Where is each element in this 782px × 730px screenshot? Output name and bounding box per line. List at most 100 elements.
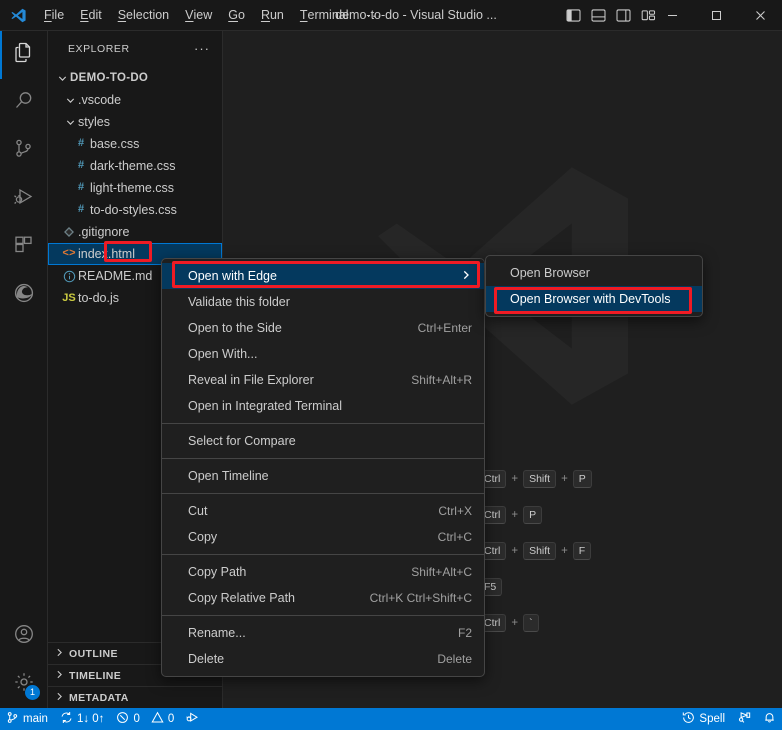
activitybar-item-explorer[interactable] xyxy=(0,31,47,79)
activitybar-item-search[interactable] xyxy=(0,79,47,127)
status-problems[interactable]: 0 0 xyxy=(110,708,180,730)
css-file-icon: # xyxy=(77,160,85,172)
submenu-item-label: Open Browser xyxy=(510,266,590,280)
context-menu-item-validate-this-folder[interactable]: Validate this folder xyxy=(162,289,484,315)
context-menu-item-reveal-in-file-explorer[interactable]: Reveal in File Explorer Shift+Alt+R xyxy=(162,367,484,393)
minimize-button[interactable] xyxy=(650,0,694,31)
context-menu-item-open-with-edge[interactable]: Open with Edge xyxy=(162,263,484,289)
tree-item-to-do-styles-css[interactable]: # to-do-styles.css xyxy=(48,199,222,221)
explorer-title: EXPLORER xyxy=(68,42,130,55)
tree-item-gitignore[interactable]: .gitignore xyxy=(48,221,222,243)
context-menu-item-label: Reveal in File Explorer xyxy=(188,373,314,387)
panel-label: TIMELINE xyxy=(69,669,122,682)
tree-item-label: README.md xyxy=(78,269,153,283)
tree-item-label: index.html xyxy=(78,247,135,261)
context-menu-item-open-with[interactable]: Open With... xyxy=(162,341,484,367)
toggle-secondary-sidebar-icon[interactable] xyxy=(614,6,633,25)
context-menu-item-cut[interactable]: Cut Ctrl+X xyxy=(162,498,484,524)
tree-item-vscode[interactable]: .vscode xyxy=(48,89,222,111)
panel-label: METADATA xyxy=(69,691,129,704)
maximize-button[interactable] xyxy=(694,0,738,31)
status-broadcast[interactable] xyxy=(731,708,757,730)
css-file-icon: # xyxy=(77,204,85,216)
context-menu-item-label: Open Timeline xyxy=(188,469,269,483)
context-menu-separator xyxy=(162,493,484,494)
context-menu-item-shortcut: Ctrl+K Ctrl+Shift+C xyxy=(369,591,472,605)
activitybar-item-edge-devtools[interactable] xyxy=(0,271,47,319)
status-bar: main 1↓ 0↑ 0 0 Spell xyxy=(0,708,782,730)
context-menu-item-delete[interactable]: Delete Delete xyxy=(162,646,484,672)
context-menu-item-copy-path[interactable]: Copy Path Shift+Alt+C xyxy=(162,559,484,585)
tree-item-label: base.css xyxy=(90,137,140,151)
status-sync[interactable]: 1↓ 0↑ xyxy=(54,708,111,730)
context-menu-separator xyxy=(162,423,484,424)
context-menu-separator xyxy=(162,554,484,555)
tree-item-label: DEMO-TO-DO xyxy=(70,72,149,84)
context-menu-item-label: Select for Compare xyxy=(188,434,296,448)
files-icon xyxy=(12,41,36,70)
tree-item-light-theme-css[interactable]: # light-theme.css xyxy=(48,177,222,199)
warning-icon xyxy=(151,711,164,727)
context-menu-item-copy[interactable]: Copy Ctrl+C xyxy=(162,524,484,550)
status-notifications[interactable] xyxy=(757,708,782,730)
status-branch[interactable]: main xyxy=(0,708,54,730)
tree-item-demo-to-do[interactable]: DEMO-TO-DO xyxy=(48,67,222,89)
close-button[interactable] xyxy=(738,0,782,31)
explorer-more-actions-icon[interactable]: ··· xyxy=(190,41,214,56)
context-menu-item-copy-relative-path[interactable]: Copy Relative Path Ctrl+K Ctrl+Shift+C xyxy=(162,585,484,611)
search-icon xyxy=(12,89,36,118)
menu-overflow-button[interactable]: ··· xyxy=(357,0,393,31)
context-menu-item-open-to-the-side[interactable]: Open to the Side Ctrl+Enter xyxy=(162,315,484,341)
chevron-down-icon xyxy=(54,73,70,84)
context-menu-item-rename[interactable]: Rename... F2 xyxy=(162,620,484,646)
key-cap: P xyxy=(523,506,543,524)
tree-item-base-css[interactable]: # base.css xyxy=(48,133,222,155)
context-menu-item-label: Delete xyxy=(188,652,225,666)
html-file-icon: <> xyxy=(62,248,76,260)
source-control-branch-icon xyxy=(6,711,19,727)
activitybar-item-extensions[interactable] xyxy=(0,223,47,271)
run-debug-icon xyxy=(12,185,36,214)
menu-view[interactable]: View xyxy=(177,0,220,31)
chevron-down-icon xyxy=(62,117,78,128)
css-file-icon: # xyxy=(77,138,85,150)
toggle-panel-icon[interactable] xyxy=(589,6,608,25)
context-menu-separator xyxy=(162,615,484,616)
context-menu-item-shortcut: Ctrl+Enter xyxy=(417,321,472,335)
toggle-primary-sidebar-icon[interactable] xyxy=(564,6,583,25)
context-menu-item-label: Copy xyxy=(188,530,218,544)
key-cap: F xyxy=(572,542,592,560)
status-branch-label: main xyxy=(23,713,48,725)
activitybar-item-source-control[interactable] xyxy=(0,127,47,175)
menu-edit[interactable]: Edit xyxy=(72,0,110,31)
git-file-icon xyxy=(60,226,78,238)
status-ports[interactable] xyxy=(180,708,206,730)
tree-item-dark-theme-css[interactable]: # dark-theme.css xyxy=(48,155,222,177)
menu-file[interactable]: FFileile xyxy=(36,0,72,31)
panel-metadata[interactable]: METADATA xyxy=(48,686,222,708)
tree-item-styles[interactable]: styles xyxy=(48,111,222,133)
key-cap: Shift xyxy=(523,542,557,560)
source-control-icon xyxy=(12,137,36,166)
context-menu-item-select-for-compare[interactable]: Select for Compare xyxy=(162,428,484,454)
menu-terminal[interactable]: Terminal xyxy=(292,0,357,31)
menu-selection[interactable]: Selection xyxy=(110,0,177,31)
activitybar-item-manage[interactable]: 1 xyxy=(0,660,47,708)
context-menu-item-open-in-integrated-terminal[interactable]: Open in Integrated Terminal xyxy=(162,393,484,419)
status-spell-label: Spell xyxy=(699,713,725,725)
activitybar-item-run-and-debug[interactable] xyxy=(0,175,47,223)
shortcut-keys: Ctrl + Shift + F xyxy=(478,542,592,560)
menu-go[interactable]: Go xyxy=(220,0,253,31)
submenu-item-open-browser-with-devtools[interactable]: Open Browser with DevTools xyxy=(486,286,702,312)
submenu-item-open-browser[interactable]: Open Browser xyxy=(486,260,702,286)
status-spell[interactable]: Spell xyxy=(676,708,731,730)
history-icon xyxy=(682,711,695,727)
context-menu-item-open-timeline[interactable]: Open Timeline xyxy=(162,463,484,489)
js-file-icon: JS xyxy=(62,292,76,304)
menu-run[interactable]: Run xyxy=(253,0,292,31)
key-plus: + xyxy=(511,509,519,521)
context-menu-item-label: Open to the Side xyxy=(188,321,282,335)
context-menu-item-shortcut: F2 xyxy=(457,626,472,640)
activitybar-item-accounts[interactable] xyxy=(0,612,47,660)
tree-item-label: .vscode xyxy=(78,93,122,107)
